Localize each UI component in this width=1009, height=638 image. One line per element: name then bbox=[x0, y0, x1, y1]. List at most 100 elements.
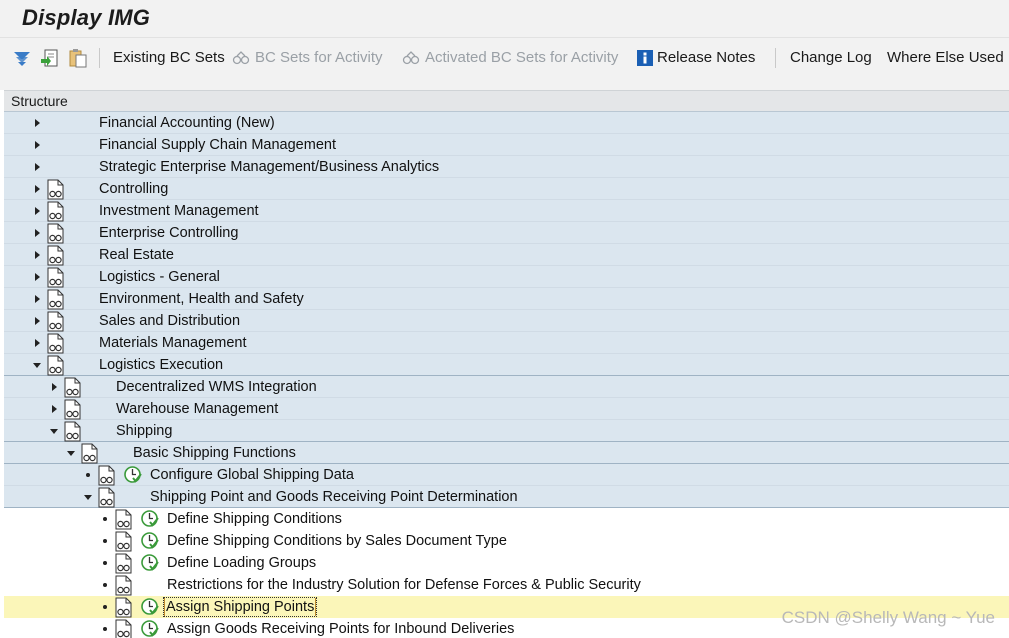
tree-node[interactable]: Define Shipping Conditions bbox=[4, 508, 1009, 530]
tree-node-label: Controlling bbox=[99, 181, 169, 197]
tree-node[interactable]: Warehouse Management bbox=[4, 398, 1009, 420]
expand-arrow-icon[interactable] bbox=[32, 272, 42, 282]
document-glasses-icon bbox=[98, 487, 115, 508]
bc-sets-icon bbox=[232, 51, 250, 65]
leaf-bullet bbox=[86, 473, 90, 477]
tree-node[interactable]: Restrictions for the Industry Solution f… bbox=[4, 574, 1009, 596]
document-glasses-icon[interactable] bbox=[114, 575, 133, 596]
activated-bc-sets-button[interactable]: Activated BC Sets for Activity bbox=[402, 48, 618, 68]
tree-node-label: Define Shipping Conditions by Sales Docu… bbox=[167, 533, 507, 549]
tree-node-label: Shipping bbox=[116, 423, 173, 439]
tree-node[interactable]: Environment, Health and Safety bbox=[4, 288, 1009, 310]
clock-check-icon[interactable] bbox=[123, 465, 142, 484]
leaf-bullet bbox=[103, 605, 107, 609]
release-notes-button[interactable]: Release Notes bbox=[636, 48, 755, 68]
document-glasses-icon[interactable] bbox=[114, 553, 133, 574]
document-glasses-icon bbox=[47, 201, 64, 222]
tree-node[interactable]: Materials Management bbox=[4, 332, 1009, 354]
structure-header-label: Structure bbox=[11, 93, 68, 109]
document-glasses-icon[interactable] bbox=[97, 465, 116, 486]
tree-node[interactable]: Logistics Execution bbox=[4, 354, 1009, 376]
tree-node[interactable]: Strategic Enterprise Management/Business… bbox=[4, 156, 1009, 178]
tree-node-label: Warehouse Management bbox=[116, 401, 279, 417]
tree-node-label: Sales and Distribution bbox=[99, 313, 241, 329]
tree-node[interactable]: Enterprise Controlling bbox=[4, 222, 1009, 244]
tree-node[interactable]: Decentralized WMS Integration bbox=[4, 376, 1009, 398]
document-glasses-icon bbox=[47, 223, 64, 244]
expand-arrow-icon[interactable] bbox=[32, 140, 42, 150]
document-glasses-icon bbox=[47, 245, 64, 266]
clock-check-icon[interactable] bbox=[140, 619, 159, 638]
tree-node-label: Restrictions for the Industry Solution f… bbox=[167, 577, 641, 593]
collapse-arrow-icon[interactable] bbox=[66, 448, 76, 458]
tree-node[interactable]: Define Loading Groups bbox=[4, 552, 1009, 574]
expand-arrow-icon[interactable] bbox=[32, 184, 42, 194]
collapse-arrow-icon[interactable] bbox=[49, 426, 59, 436]
tree-node-label: Basic Shipping Functions bbox=[133, 445, 296, 461]
tree-node[interactable]: Sales and Distribution bbox=[4, 310, 1009, 332]
clock-check-icon[interactable] bbox=[140, 553, 159, 572]
tree-node-label: Strategic Enterprise Management/Business… bbox=[99, 159, 440, 175]
tree-node-label: Define Shipping Conditions bbox=[167, 511, 342, 527]
tree-node-label: Decentralized WMS Integration bbox=[116, 379, 317, 395]
tree-node[interactable]: Configure Global Shipping Data bbox=[4, 464, 1009, 486]
expand-arrow-icon[interactable] bbox=[32, 162, 42, 172]
expand-arrow-icon[interactable] bbox=[32, 250, 42, 260]
document-glasses-icon[interactable] bbox=[114, 531, 133, 552]
tree-node[interactable]: Controlling bbox=[4, 178, 1009, 200]
activated-bc-sets-label: Activated BC Sets for Activity bbox=[425, 49, 619, 66]
tree-node[interactable]: Shipping Point and Goods Receiving Point… bbox=[4, 486, 1009, 508]
info-icon bbox=[637, 50, 653, 67]
release-notes-label: Release Notes bbox=[657, 49, 756, 66]
tree-node[interactable]: Basic Shipping Functions bbox=[4, 442, 1009, 464]
structure-column-header: Structure bbox=[4, 90, 1009, 112]
existing-bc-sets-button[interactable]: Existing BC Sets bbox=[113, 48, 225, 68]
where-else-used-button[interactable]: Where Else Used bbox=[887, 48, 1004, 68]
paste-icon[interactable] bbox=[67, 47, 89, 69]
document-glasses-icon bbox=[47, 333, 64, 354]
bc-sets-icon bbox=[402, 51, 420, 65]
tree-node-label: Assign Shipping Points bbox=[162, 597, 318, 617]
expand-arrow-icon[interactable] bbox=[32, 338, 42, 348]
tree-node[interactable]: Real Estate bbox=[4, 244, 1009, 266]
page-title: Display IMG bbox=[22, 5, 151, 30]
tree-node[interactable]: Define Shipping Conditions by Sales Docu… bbox=[4, 530, 1009, 552]
tree-node-label: Financial Accounting (New) bbox=[99, 115, 275, 131]
expand-arrow-icon[interactable] bbox=[49, 404, 59, 414]
clock-check-icon[interactable] bbox=[140, 531, 159, 550]
document-glasses-icon[interactable] bbox=[114, 619, 133, 638]
execute-icon[interactable] bbox=[39, 47, 61, 69]
leaf-bullet bbox=[103, 539, 107, 543]
collapse-arrow-icon[interactable] bbox=[83, 492, 93, 502]
collapse-arrow-icon[interactable] bbox=[32, 360, 42, 370]
change-log-button[interactable]: Change Log bbox=[790, 48, 872, 68]
tree-node-label: Configure Global Shipping Data bbox=[150, 467, 354, 483]
tree-node[interactable]: Financial Accounting (New) bbox=[4, 112, 1009, 134]
tree-node-label: Logistics Execution bbox=[99, 357, 224, 373]
expand-arrow-icon[interactable] bbox=[49, 382, 59, 392]
document-glasses-icon[interactable] bbox=[114, 597, 133, 618]
expand-arrow-icon[interactable] bbox=[32, 294, 42, 304]
expand-arrow-icon[interactable] bbox=[32, 118, 42, 128]
expand-arrow-icon[interactable] bbox=[32, 228, 42, 238]
tree-node[interactable]: Shipping bbox=[4, 420, 1009, 442]
tree-node[interactable]: Financial Supply Chain Management bbox=[4, 134, 1009, 156]
document-glasses-icon bbox=[64, 421, 81, 442]
tree-node-label: Materials Management bbox=[99, 335, 247, 351]
tree-node[interactable]: Investment Management bbox=[4, 200, 1009, 222]
clock-check-icon[interactable] bbox=[140, 509, 159, 528]
bc-sets-for-activity-label: BC Sets for Activity bbox=[255, 49, 383, 66]
clock-check-icon[interactable] bbox=[140, 597, 159, 616]
img-structure-tree: Financial Accounting (New) Financial Sup… bbox=[4, 112, 1009, 638]
document-glasses-icon bbox=[81, 443, 98, 464]
document-glasses-icon bbox=[64, 377, 81, 398]
tree-node-label: Enterprise Controlling bbox=[99, 225, 239, 241]
document-glasses-icon bbox=[47, 311, 64, 332]
document-glasses-icon[interactable] bbox=[114, 509, 133, 530]
expand-arrow-icon[interactable] bbox=[32, 316, 42, 326]
tree-node[interactable]: Logistics - General bbox=[4, 266, 1009, 288]
expand-arrow-icon[interactable] bbox=[32, 206, 42, 216]
toolbar-separator bbox=[99, 48, 100, 68]
filter-icon[interactable] bbox=[11, 47, 33, 69]
bc-sets-for-activity-button[interactable]: BC Sets for Activity bbox=[232, 48, 383, 68]
